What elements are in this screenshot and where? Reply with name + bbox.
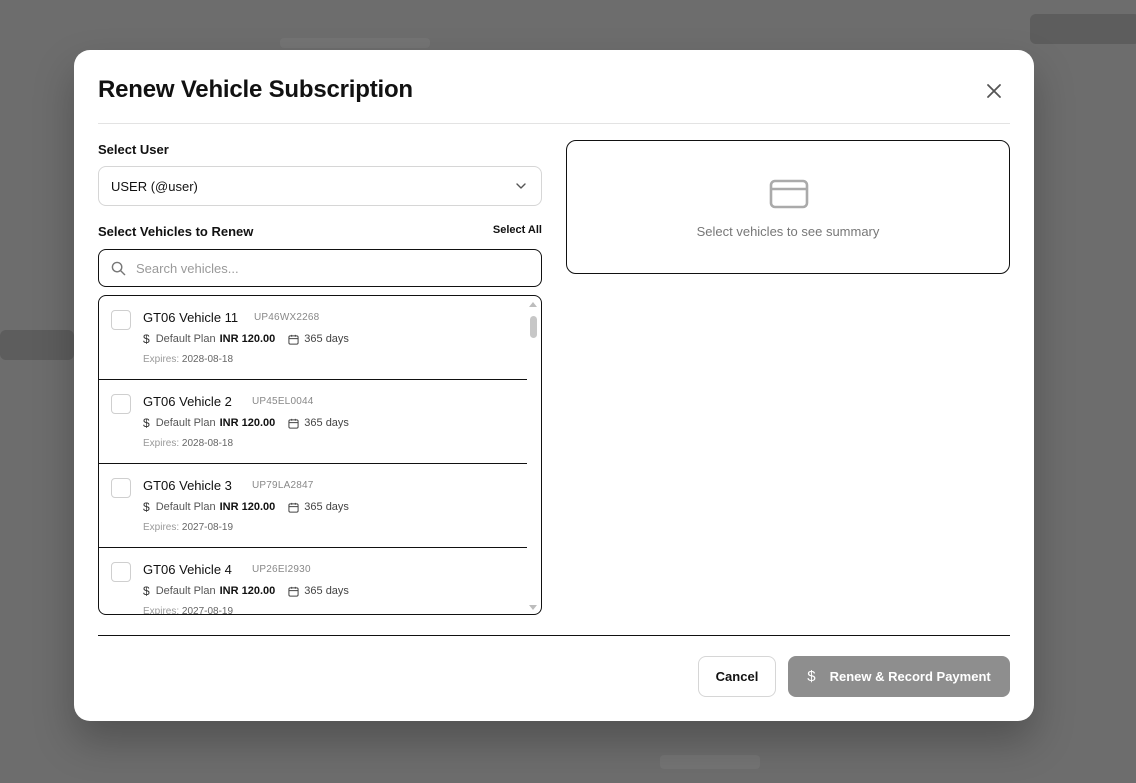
expires-label: Expires: (143, 354, 180, 365)
scroll-down-arrow-icon[interactable] (529, 605, 537, 610)
scroll-thumb[interactable] (530, 316, 537, 338)
vehicle-name: GT06 Vehicle 4 (143, 562, 232, 577)
search-icon (111, 261, 126, 275)
dollar-icon: $ (807, 668, 816, 685)
expires-label: Expires: (143, 606, 180, 615)
dollar-icon: $ (143, 584, 150, 598)
dollar-icon: $ (143, 416, 150, 430)
vehicle-search[interactable] (98, 249, 542, 287)
dollar-icon: $ (143, 332, 150, 346)
expiry-date: 2027-08-19 (181, 522, 234, 533)
vehicle-plate: UP46WX2268 (254, 312, 320, 323)
vehicle-name: GT06 Vehicle 2 (143, 394, 232, 409)
calendar-icon (288, 334, 299, 345)
plan-name: Default Plan (155, 333, 216, 345)
select-user-label: Select User (98, 142, 169, 157)
expiry-date: 2028-08-18 (181, 438, 234, 449)
renew-record-payment-button[interactable]: $ Renew & Record Payment (788, 656, 1010, 697)
renew-subscription-dialog: Renew Vehicle Subscription Select User U… (74, 50, 1034, 721)
summary-panel: Select vehicles to see summary (566, 140, 1010, 274)
renew-button-label: Renew & Record Payment (829, 669, 991, 684)
plan-name: Default Plan (155, 417, 216, 429)
expiry-date: 2028-08-18 (181, 354, 234, 365)
close-icon (987, 84, 1001, 98)
dollar-icon: $ (143, 500, 150, 514)
cancel-button[interactable]: Cancel (698, 656, 776, 697)
vehicle-list-item[interactable]: GT06 Vehicle 11 UP46WX2268 $ Default Pla… (99, 296, 527, 380)
list-scrollbar[interactable] (527, 298, 539, 614)
vehicle-plate: UP45EL0044 (252, 396, 314, 407)
footer-divider (98, 635, 1010, 636)
plan-duration: 365 days (304, 501, 349, 513)
scroll-up-arrow-icon[interactable] (529, 302, 537, 307)
select-vehicles-label: Select Vehicles to Renew (98, 224, 254, 239)
close-button[interactable] (982, 79, 1006, 103)
search-input[interactable] (136, 260, 516, 276)
vehicle-name: GT06 Vehicle 11 (143, 310, 239, 325)
vehicle-list-item[interactable]: GT06 Vehicle 2 UP45EL0044 $ Default Plan… (99, 380, 527, 464)
calendar-icon (288, 586, 299, 597)
calendar-icon (288, 418, 299, 429)
vehicle-list-item[interactable]: GT06 Vehicle 3 UP79LA2847 $ Default Plan… (99, 464, 527, 548)
calendar-icon (288, 502, 299, 513)
expires-label: Expires: (143, 438, 180, 449)
plan-duration: 365 days (304, 417, 349, 429)
plan-name: Default Plan (155, 501, 216, 513)
header-divider (98, 123, 1010, 124)
summary-empty-text: Select vehicles to see summary (696, 224, 880, 239)
dialog-title: Renew Vehicle Subscription (98, 76, 413, 103)
vehicle-name: GT06 Vehicle 3 (143, 478, 232, 493)
select-all-button[interactable]: Select All (493, 224, 542, 236)
plan-price: INR 120.00 (219, 333, 276, 345)
plan-price: INR 120.00 (219, 417, 276, 429)
credit-card-icon (769, 179, 809, 209)
vehicle-list-item[interactable]: GT06 Vehicle 4 UP26EI2930 $ Default Plan… (99, 548, 527, 615)
expires-label: Expires: (143, 522, 180, 533)
plan-duration: 365 days (304, 333, 349, 345)
vehicle-checkbox[interactable] (111, 562, 131, 582)
user-select-value: USER (@user) (111, 178, 198, 194)
plan-price: INR 120.00 (219, 501, 276, 513)
expiry-date: 2027-08-19 (181, 606, 234, 615)
user-select[interactable]: USER (@user) (98, 166, 542, 206)
vehicle-plate: UP26EI2930 (252, 564, 311, 575)
vehicle-checkbox[interactable] (111, 478, 131, 498)
plan-price: INR 120.00 (219, 585, 276, 597)
chevron-down-icon (516, 183, 526, 189)
vehicle-checkbox[interactable] (111, 394, 131, 414)
vehicle-checkbox[interactable] (111, 310, 131, 330)
vehicle-plate: UP79LA2847 (252, 480, 314, 491)
vehicle-list: GT06 Vehicle 11 UP46WX2268 $ Default Pla… (98, 295, 542, 615)
plan-name: Default Plan (155, 585, 216, 597)
plan-duration: 365 days (304, 585, 349, 597)
